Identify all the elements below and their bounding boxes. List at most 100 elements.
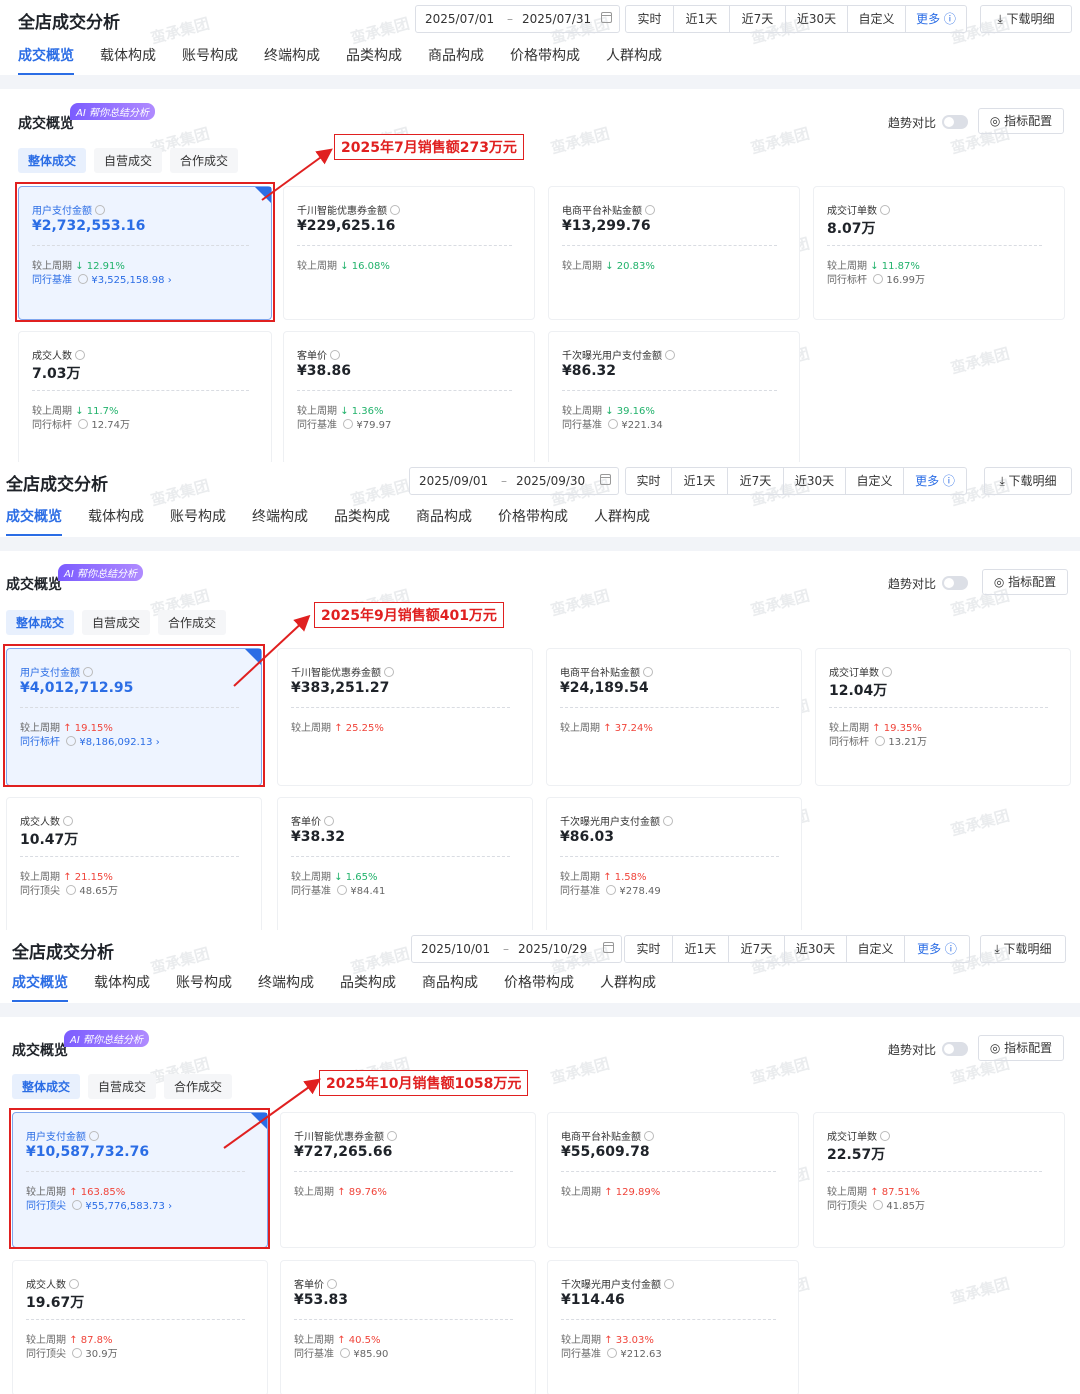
metric-card[interactable]: 电商平台补贴金额 ¥55,609.78 较上周期 ↑ 129.89% <box>547 1112 799 1248</box>
range-option[interactable]: 自定义 <box>848 6 906 32</box>
metric-config-button[interactable]: ◎ 指标配置 <box>982 569 1068 595</box>
range-option[interactable]: 近30天 <box>784 468 846 494</box>
date-range-picker[interactable]: 2025/09/01 – 2025/09/30 <box>409 467 619 495</box>
tab-item[interactable]: 价格带构成 <box>504 972 574 992</box>
deal-type-tab[interactable]: 自营成交 <box>82 610 151 635</box>
tab-item[interactable]: 品类构成 <box>346 45 402 65</box>
tab-item[interactable]: 载体构成 <box>88 506 144 526</box>
tab-item[interactable]: 终端构成 <box>258 972 314 992</box>
deal-type-tab[interactable]: 合作成交 <box>158 610 227 635</box>
metric-card[interactable]: 千川智能优惠券金额 ¥383,251.27 较上周期 ↑ 25.25% <box>277 648 533 786</box>
help-icon[interactable] <box>390 205 400 215</box>
help-icon[interactable] <box>384 667 394 677</box>
metric-card[interactable]: 成交订单数 12.04万 较上周期 ↑ 19.35% 同行标杆 13.21万 <box>815 648 1071 786</box>
help-icon[interactable] <box>665 350 675 360</box>
help-icon[interactable] <box>875 736 886 746</box>
tab-item[interactable]: 价格带构成 <box>498 506 568 526</box>
ai-summary-badge[interactable]: AI 帮你总结分析 <box>58 564 143 581</box>
metric-card[interactable]: 成交订单数 8.07万 较上周期 ↓ 11.87% 同行标杆 16.99万 <box>813 186 1065 320</box>
help-icon[interactable] <box>880 1131 890 1141</box>
help-icon[interactable] <box>880 205 890 215</box>
deal-type-tab[interactable]: 自营成交 <box>94 148 163 173</box>
help-icon[interactable] <box>78 419 89 429</box>
trend-compare-toggle[interactable] <box>942 576 968 590</box>
tab-item[interactable]: 商品构成 <box>416 506 472 526</box>
download-detail-button[interactable]: ⤓ 下载明细 <box>984 467 1072 495</box>
download-detail-button[interactable]: ⤓ 下载明细 <box>980 5 1072 33</box>
tab-item[interactable]: 账号构成 <box>176 972 232 992</box>
tab-item[interactable]: 品类构成 <box>340 972 396 992</box>
metric-card[interactable]: 成交人数 10.47万 较上周期 ↑ 21.15% 同行顶尖 48.65万 <box>6 797 262 930</box>
tab-item[interactable]: 成交概览 <box>12 972 68 1002</box>
range-option[interactable]: 近7天 <box>729 936 785 962</box>
tab-item[interactable]: 成交概览 <box>6 506 62 536</box>
ai-summary-badge[interactable]: AI 帮你总结分析 <box>70 103 155 120</box>
range-option[interactable]: 实时 <box>626 6 674 32</box>
range-option[interactable]: 近30天 <box>786 6 848 32</box>
time-range-selector[interactable]: 实时 近1天 近7天 近30天 自定义 更多 ⓘ <box>625 467 967 495</box>
help-icon[interactable] <box>340 1348 351 1358</box>
metric-config-button[interactable]: ◎ 指标配置 <box>978 1035 1064 1061</box>
tab-item[interactable]: 账号构成 <box>182 45 238 65</box>
range-option[interactable]: 近30天 <box>785 936 847 962</box>
help-icon[interactable] <box>327 1279 337 1289</box>
metric-card[interactable]: 千川智能优惠券金额 ¥727,265.66 较上周期 ↑ 89.76% <box>280 1112 536 1248</box>
metric-card[interactable]: 客单价 ¥53.83 较上周期 ↑ 40.5% 同行基准 ¥85.90 <box>280 1260 536 1394</box>
deal-type-tab[interactable]: 整体成交 <box>6 610 75 635</box>
help-icon[interactable] <box>873 1200 884 1210</box>
metric-card[interactable]: 成交人数 19.67万 较上周期 ↑ 87.8% 同行顶尖 30.9万 <box>12 1260 268 1394</box>
ai-summary-badge[interactable]: AI 帮你总结分析 <box>64 1030 149 1047</box>
metric-card[interactable]: 千次曝光用户支付金额 ¥86.03 较上周期 ↑ 1.58% 同行基准 ¥278… <box>546 797 802 930</box>
metric-card[interactable]: 千川智能优惠券金额 ¥229,625.16 较上周期 ↓ 16.08% <box>283 186 535 320</box>
range-option[interactable]: 近7天 <box>730 6 786 32</box>
help-icon[interactable] <box>643 667 653 677</box>
help-icon[interactable] <box>69 1279 79 1289</box>
help-icon[interactable] <box>66 885 77 895</box>
metric-card[interactable]: 电商平台补贴金额 ¥13,299.76 较上周期 ↓ 20.83% <box>548 186 800 320</box>
metric-card[interactable]: 千次曝光用户支付金额 ¥86.32 较上周期 ↓ 39.16% 同行基准 ¥22… <box>548 331 800 462</box>
help-icon[interactable] <box>343 419 354 429</box>
tab-item[interactable]: 载体构成 <box>94 972 150 992</box>
date-range-picker[interactable]: 2025/07/01 – 2025/07/31 <box>415 5 620 33</box>
metric-card[interactable]: 客单价 ¥38.32 较上周期 ↓ 1.65% 同行基准 ¥84.41 <box>277 797 533 930</box>
range-option[interactable]: 实时 <box>626 468 672 494</box>
trend-compare-toggle[interactable] <box>942 115 968 129</box>
help-icon[interactable] <box>330 350 340 360</box>
range-option[interactable]: 实时 <box>625 936 673 962</box>
tab-item[interactable]: 商品构成 <box>428 45 484 65</box>
tab-item[interactable]: 成交概览 <box>18 45 74 75</box>
help-icon[interactable] <box>387 1131 397 1141</box>
range-option[interactable]: 近1天 <box>673 936 729 962</box>
trend-compare-toggle[interactable] <box>942 1042 968 1056</box>
deal-type-tab[interactable]: 合作成交 <box>170 148 239 173</box>
help-icon[interactable] <box>645 205 655 215</box>
tab-item[interactable]: 人群构成 <box>606 45 662 65</box>
tab-item[interactable]: 价格带构成 <box>510 45 580 65</box>
time-range-selector[interactable]: 实时 近1天 近7天 近30天 自定义 更多 ⓘ <box>624 935 970 963</box>
tab-item[interactable]: 终端构成 <box>264 45 320 65</box>
metric-card[interactable]: 电商平台补贴金额 ¥24,189.54 较上周期 ↑ 37.24% <box>546 648 802 786</box>
metric-card[interactable]: 千次曝光用户支付金额 ¥114.46 较上周期 ↑ 33.03% 同行基准 ¥2… <box>547 1260 799 1394</box>
help-icon[interactable] <box>63 816 73 826</box>
deal-type-tab[interactable]: 合作成交 <box>164 1074 233 1099</box>
tab-item[interactable]: 人群构成 <box>600 972 656 992</box>
metric-card[interactable]: 成交订单数 22.57万 较上周期 ↑ 87.51% 同行顶尖 41.85万 <box>813 1112 1065 1248</box>
tab-item[interactable]: 载体构成 <box>100 45 156 65</box>
metric-config-button[interactable]: ◎ 指标配置 <box>978 108 1064 134</box>
help-icon[interactable] <box>75 350 85 360</box>
range-option[interactable]: 自定义 <box>846 468 904 494</box>
help-icon[interactable] <box>882 667 892 677</box>
help-icon[interactable] <box>873 274 884 284</box>
tab-item[interactable]: 商品构成 <box>422 972 478 992</box>
deal-type-tab[interactable]: 整体成交 <box>12 1074 81 1099</box>
tab-item[interactable]: 终端构成 <box>252 506 308 526</box>
download-detail-button[interactable]: ⤓ 下载明细 <box>980 935 1066 963</box>
help-icon[interactable] <box>644 1131 654 1141</box>
tab-item[interactable]: 账号构成 <box>170 506 226 526</box>
range-option[interactable]: 近1天 <box>674 6 730 32</box>
help-icon[interactable] <box>337 885 348 895</box>
help-icon[interactable] <box>663 816 673 826</box>
deal-type-tab[interactable]: 自营成交 <box>88 1074 157 1099</box>
metric-card[interactable]: 客单价 ¥38.86 较上周期 ↓ 1.36% 同行基准 ¥79.97 <box>283 331 535 462</box>
range-option[interactable]: 更多 ⓘ <box>906 6 966 32</box>
